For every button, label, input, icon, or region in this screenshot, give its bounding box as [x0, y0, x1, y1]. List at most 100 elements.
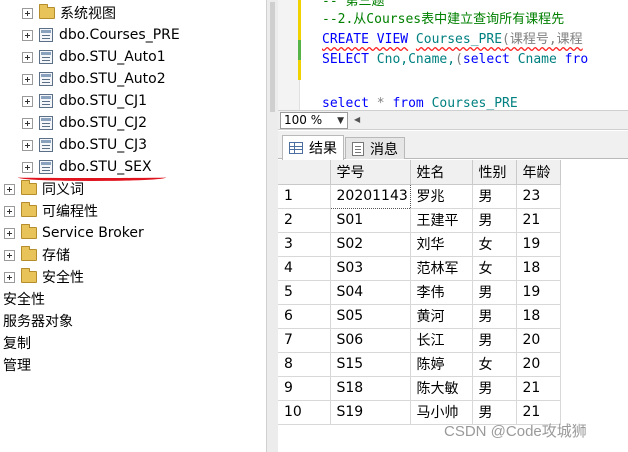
expand-icon[interactable] — [22, 29, 33, 41]
table-cell[interactable]: 18 — [516, 304, 561, 329]
expand-icon[interactable] — [22, 95, 33, 107]
tree-node-management[interactable]: 管理 — [3, 354, 31, 376]
tree-item-view[interactable]: dbo.Courses_PRE — [22, 24, 180, 46]
row-number[interactable]: 1 — [278, 184, 331, 209]
tree-item-view[interactable]: dbo.STU_CJ2 — [22, 112, 147, 134]
table-cell[interactable]: 陈婷 — [410, 352, 473, 377]
row-number[interactable]: 7 — [278, 328, 331, 353]
expand-icon[interactable] — [4, 227, 15, 239]
table-row[interactable]: 1 20201143 罗兆 男 23 — [278, 183, 561, 209]
table-cell[interactable]: 男 — [472, 304, 517, 329]
table-cell[interactable]: 罗兆 — [410, 184, 473, 209]
tab-results[interactable]: 结果 — [282, 135, 344, 160]
table-cell[interactable]: 陈大敏 — [410, 376, 473, 401]
expand-icon[interactable] — [4, 271, 15, 283]
row-number[interactable]: 8 — [278, 352, 331, 377]
scrollbar-track[interactable] — [270, 2, 275, 112]
row-number[interactable]: 4 — [278, 256, 331, 281]
tree-item-view[interactable]: dbo.STU_Auto1 — [22, 46, 166, 68]
table-cell[interactable]: 21 — [516, 208, 561, 233]
table-row[interactable]: 4 S03 范林军 女 18 — [278, 256, 561, 281]
table-cell[interactable]: 男 — [472, 184, 517, 209]
table-cell[interactable]: 23 — [516, 184, 561, 209]
tree-node-security[interactable]: 安全性 — [3, 288, 45, 310]
table-cell[interactable]: 女 — [472, 352, 517, 377]
expand-icon[interactable] — [22, 161, 33, 173]
table-row[interactable]: 2 S01 王建平 男 21 — [278, 208, 561, 233]
row-number[interactable]: 10 — [278, 400, 331, 425]
tree-item-view[interactable]: dbo.STU_CJ3 — [22, 134, 147, 156]
tree-folder-service-broker[interactable]: Service Broker — [4, 222, 144, 244]
table-row[interactable]: 9 S18 陈大敏 男 21 — [278, 376, 561, 401]
table-cell[interactable]: 男 — [472, 376, 517, 401]
tree-folder-synonyms[interactable]: 同义词 — [4, 178, 84, 200]
changed-line-marker — [298, 0, 301, 20]
expand-icon[interactable] — [22, 73, 33, 85]
expand-icon[interactable] — [22, 51, 33, 63]
table-cell[interactable]: 王建平 — [410, 208, 473, 233]
tree-folder-programmability[interactable]: 可编程性 — [4, 200, 98, 222]
table-cell[interactable]: 范林军 — [410, 256, 473, 281]
scroll-left-icon[interactable]: ◀ — [354, 115, 366, 126]
table-cell[interactable]: 男 — [472, 328, 517, 353]
column-header[interactable]: 姓名 — [410, 160, 473, 185]
column-header[interactable]: 性别 — [472, 160, 517, 185]
table-cell[interactable]: 李伟 — [410, 280, 473, 305]
table-cell[interactable]: S02 — [330, 232, 411, 257]
table-cell[interactable]: 男 — [472, 208, 517, 233]
table-cell[interactable]: 20 — [516, 352, 561, 377]
expand-icon[interactable] — [22, 117, 33, 129]
table-cell[interactable]: 19 — [516, 232, 561, 257]
table-cell[interactable]: S19 — [330, 400, 411, 425]
table-cell[interactable]: S03 — [330, 256, 411, 281]
table-cell[interactable]: S01 — [330, 208, 411, 233]
tree-folder-storage[interactable]: 存储 — [4, 244, 70, 266]
row-number[interactable]: 3 — [278, 232, 331, 257]
table-cell[interactable]: 20201143 — [329, 183, 411, 209]
row-number[interactable]: 2 — [278, 208, 331, 233]
table-cell[interactable]: S15 — [330, 352, 411, 377]
table-row[interactable]: 8 S15 陈婷 女 20 — [278, 352, 561, 377]
table-cell[interactable]: 长江 — [410, 328, 473, 353]
row-number[interactable]: 6 — [278, 304, 331, 329]
query-editor[interactable]: -- 第三题 --2.从Courses表中建立查询所有课程先 CREATE VI… — [278, 0, 628, 110]
table-row[interactable]: 3 S02 刘华 女 19 — [278, 232, 561, 257]
zoom-dropdown[interactable]: 100 % ▼ — [280, 112, 348, 129]
table-cell[interactable]: 21 — [516, 376, 561, 401]
table-cell[interactable]: 20 — [516, 328, 561, 353]
tree-item-view[interactable]: dbo.STU_CJ1 — [22, 90, 147, 112]
row-header-corner[interactable] — [278, 160, 331, 185]
row-number[interactable]: 9 — [278, 376, 331, 401]
results-grid[interactable]: 学号 姓名 性别 年龄 1 20201143 罗兆 男 23 2 S01 王建平… — [278, 160, 628, 452]
expand-icon[interactable] — [4, 205, 15, 217]
table-cell[interactable]: S06 — [330, 328, 411, 353]
tree-node-server-objects[interactable]: 服务器对象 — [3, 310, 73, 332]
table-cell[interactable]: 女 — [472, 232, 517, 257]
table-cell[interactable]: S18 — [330, 376, 411, 401]
table-row[interactable]: 7 S06 长江 男 20 — [278, 328, 561, 353]
vertical-splitter[interactable] — [266, 0, 278, 452]
tree-item-system-views[interactable]: 系统视图 — [22, 2, 116, 24]
table-cell[interactable]: S05 — [330, 304, 411, 329]
tree-node-replication[interactable]: 复制 — [3, 332, 31, 354]
table-cell[interactable]: S04 — [330, 280, 411, 305]
table-cell[interactable]: 18 — [516, 256, 561, 281]
expand-icon[interactable] — [22, 7, 33, 19]
expand-icon[interactable] — [22, 139, 33, 151]
table-cell[interactable]: 女 — [472, 256, 517, 281]
column-header[interactable]: 学号 — [330, 160, 411, 185]
chevron-down-icon[interactable]: ▼ — [337, 114, 344, 129]
column-header[interactable]: 年龄 — [516, 160, 561, 185]
tab-messages[interactable]: 消息 — [345, 137, 405, 159]
expand-icon[interactable] — [4, 183, 15, 195]
table-cell[interactable]: 刘华 — [410, 232, 473, 257]
table-cell[interactable]: 男 — [472, 280, 517, 305]
table-cell[interactable]: 19 — [516, 280, 561, 305]
tree-item-view[interactable]: dbo.STU_Auto2 — [22, 68, 166, 90]
row-number[interactable]: 5 — [278, 280, 331, 305]
tree-folder-security[interactable]: 安全性 — [4, 266, 84, 288]
table-row[interactable]: 6 S05 黄河 男 18 — [278, 304, 561, 329]
expand-icon[interactable] — [4, 249, 15, 261]
table-row[interactable]: 5 S04 李伟 男 19 — [278, 280, 561, 305]
table-cell[interactable]: 黄河 — [410, 304, 473, 329]
